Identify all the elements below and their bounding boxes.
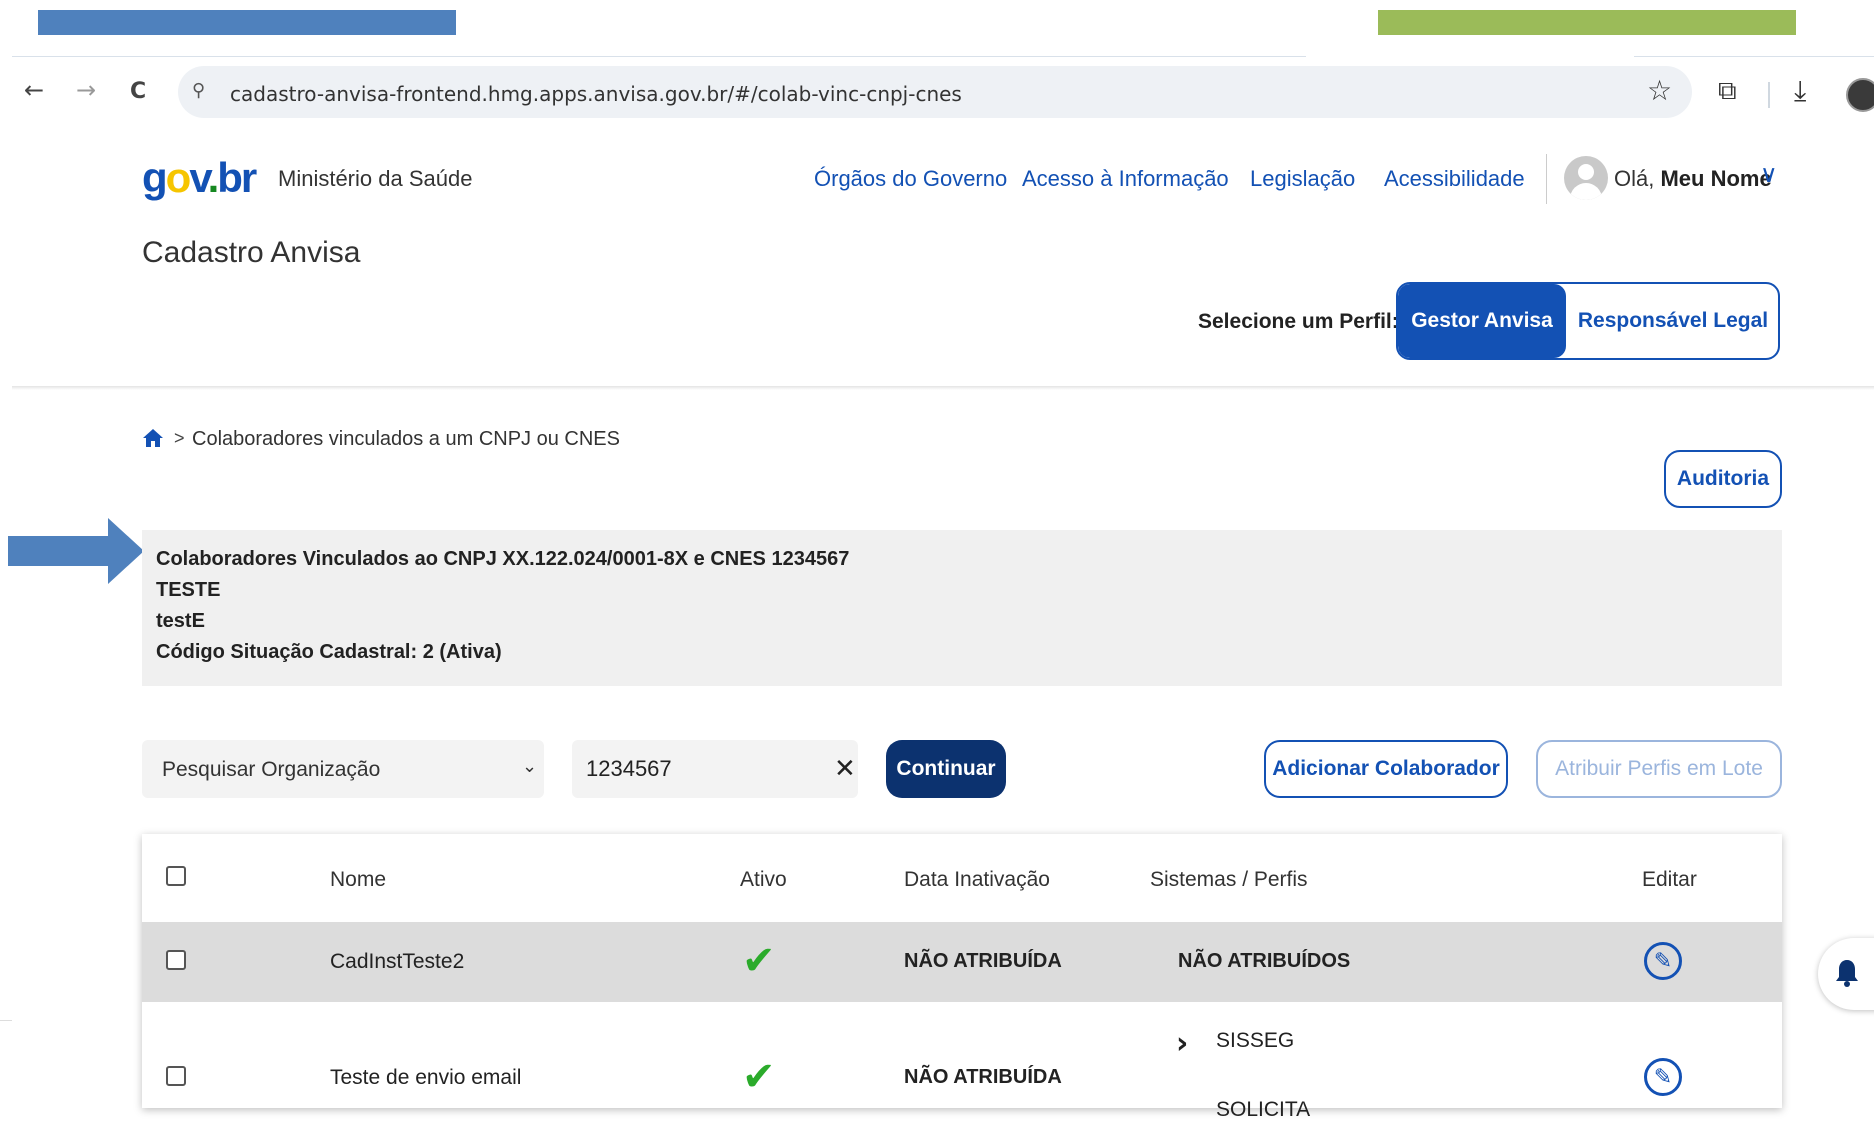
bell-icon (1834, 958, 1860, 995)
profile-selector: Gestor Anvisa Responsável Legal (1396, 282, 1780, 360)
link-orgaos-governo[interactable]: Órgãos do Governo (814, 166, 1007, 192)
select-all-checkbox[interactable] (166, 866, 186, 886)
site-info-icon[interactable]: ⚲ (192, 80, 205, 101)
edit-pencil-icon[interactable]: ✎ (1644, 1058, 1682, 1096)
forward-arrow-icon[interactable]: → (76, 76, 96, 104)
reload-icon[interactable]: C (130, 79, 146, 104)
column-header-data-inativacao[interactable]: Data Inativação (904, 868, 1050, 892)
cell-sistemas-perfis: NÃO ATRIBUÍDOS (1178, 950, 1351, 972)
greeting-prefix: Olá, (1614, 166, 1655, 191)
logo-letter: . (207, 154, 220, 201)
auditoria-button[interactable]: Auditoria (1664, 450, 1782, 508)
app-title: Cadastro Anvisa (142, 236, 361, 269)
search-input-value[interactable]: 1234567 (586, 756, 672, 782)
column-header-sistemas-perfis[interactable]: Sistemas / Perfis (1150, 868, 1308, 892)
edit-pencil-icon[interactable]: ✎ (1644, 942, 1682, 980)
clear-icon[interactable]: ✕ (834, 754, 856, 784)
user-avatar[interactable] (1564, 156, 1608, 200)
active-check-icon: ✔ (742, 1054, 776, 1100)
toolbar-separator (1768, 82, 1770, 108)
download-icon[interactable]: ⤓ (1794, 74, 1806, 108)
chevron-right-icon[interactable]: › (1176, 1026, 1188, 1061)
info-cnpj-cnes: Colaboradores Vinculados ao CNPJ XX.122.… (156, 548, 850, 570)
column-header-editar: Editar (1642, 868, 1697, 891)
column-header-ativo[interactable]: Ativo (740, 868, 787, 892)
breadcrumb-separator: > (174, 428, 185, 448)
extensions-icon[interactable]: ⧉ (1718, 76, 1737, 107)
user-greeting[interactable]: Olá, Meu Nome (1614, 166, 1772, 192)
govbr-logo[interactable]: gov.br (142, 154, 257, 202)
ministry-name: Ministério da Saúde (278, 166, 473, 191)
divider (1634, 56, 1874, 57)
logo-letter: g (142, 154, 168, 201)
link-acessibilidade[interactable]: Acessibilidade (1384, 166, 1525, 192)
header-divider (1546, 154, 1547, 204)
chevron-down-icon[interactable]: ⌄ (522, 756, 537, 777)
profile-responsavel-legal-button[interactable]: Responsável Legal (1568, 284, 1778, 358)
user-name: Meu Nome (1660, 166, 1772, 191)
row-checkbox[interactable] (166, 1066, 186, 1086)
cell-data-inativacao: NÃO ATRIBUÍDA (904, 950, 1062, 972)
continuar-button[interactable]: Continuar (886, 740, 1006, 798)
row-checkbox[interactable] (166, 950, 186, 970)
bookmark-star-icon[interactable]: ☆ (1647, 74, 1672, 107)
system-solicita[interactable]: SOLICITA (1216, 1098, 1310, 1122)
breadcrumb-current: Colaboradores vinculados a um CNPJ ou CN… (192, 428, 620, 450)
annotation-arrow-icon (8, 518, 144, 584)
browser-profile-avatar[interactable] (1846, 78, 1874, 112)
divider (0, 1020, 12, 1021)
decorative-green-bar (1378, 10, 1796, 35)
link-acesso-informacao[interactable]: Acesso à Informação (1022, 166, 1229, 192)
link-legislacao[interactable]: Legislação (1250, 166, 1355, 192)
cell-data-inativacao: NÃO ATRIBUÍDA (904, 1066, 1062, 1088)
divider (12, 56, 1306, 57)
header-shadow (12, 386, 1874, 390)
assign-profiles-batch-button[interactable]: Atribuir Perfis em Lote (1536, 740, 1782, 798)
decorative-blue-bar (38, 10, 456, 35)
select-value[interactable]: Pesquisar Organização (162, 758, 380, 782)
logo-letter: r (240, 154, 257, 201)
info-line-name: TESTE (156, 579, 221, 601)
active-check-icon: ✔ (742, 938, 776, 984)
notification-button[interactable] (1818, 938, 1874, 1010)
add-collaborator-button[interactable]: Adicionar Colaborador (1264, 740, 1508, 798)
profile-selector-label: Selecione um Perfil: (1198, 310, 1399, 333)
url-text[interactable]: cadastro-anvisa-frontend.hmg.apps.anvisa… (230, 82, 962, 106)
column-header-nome[interactable]: Nome (330, 868, 386, 892)
logo-letter: o (165, 154, 192, 201)
info-situacao-cadastral: Código Situação Cadastral: 2 (Ativa) (156, 641, 502, 663)
system-sisseg[interactable]: SISSEG (1216, 1029, 1294, 1053)
back-arrow-icon[interactable]: ← (24, 76, 44, 104)
logo-letter: v (189, 154, 209, 201)
chevron-down-icon[interactable]: ∨ (1760, 160, 1778, 188)
logo-letter: b (217, 154, 243, 201)
cell-nome: CadInstTeste2 (330, 950, 465, 973)
home-icon[interactable] (142, 428, 164, 453)
profile-gestor-anvisa-button[interactable]: Gestor Anvisa (1398, 284, 1566, 358)
cell-nome: Teste de envio email (330, 1066, 522, 1089)
info-line-secondary: testE (156, 610, 205, 632)
